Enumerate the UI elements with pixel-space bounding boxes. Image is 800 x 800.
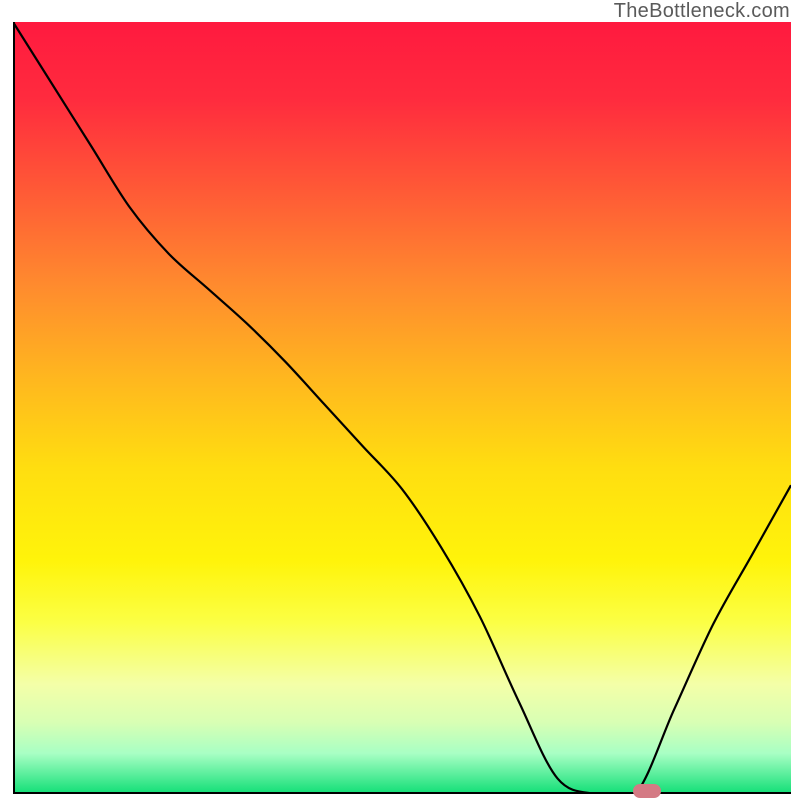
chart-container: TheBottleneck.com <box>0 0 800 800</box>
gradient-plot-area <box>13 22 791 794</box>
optimal-point-marker <box>633 784 661 798</box>
attribution-text: TheBottleneck.com <box>614 0 790 23</box>
